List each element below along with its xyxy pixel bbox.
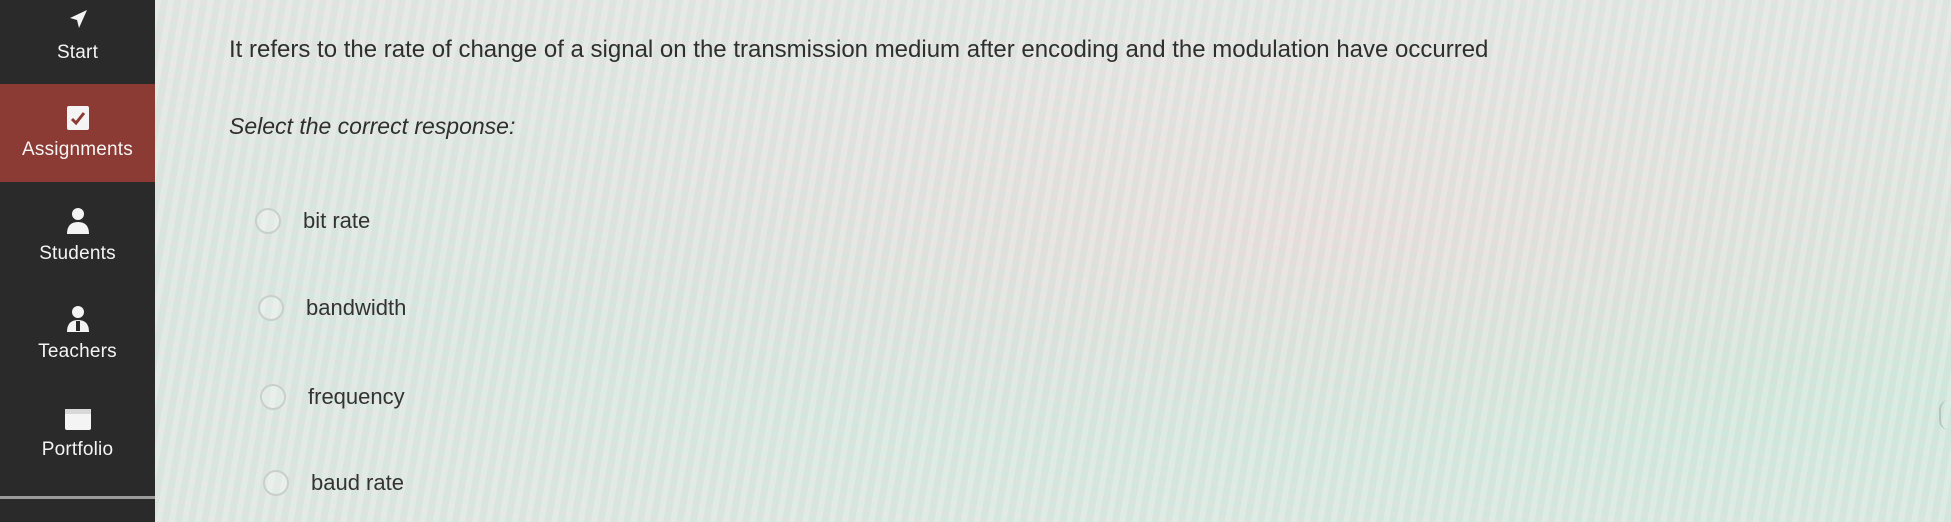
answer-option-bit-rate[interactable]: bit rate — [255, 208, 370, 234]
sidebar-item-label: Assignments — [22, 139, 133, 160]
sidebar: Start Assignments Students Teachers Port… — [0, 0, 170, 522]
teacher-person-icon — [66, 306, 89, 332]
sidebar-item-label: Teachers — [38, 341, 117, 362]
start-arrow-icon — [69, 10, 87, 28]
response-prompt: Select the correct response: — [229, 113, 516, 139]
sidebar-item-start[interactable]: Start — [0, 0, 155, 70]
question-panel: It refers to the rate of change of a sig… — [155, 0, 1951, 522]
answer-label: bit rate — [303, 208, 371, 233]
sidebar-item-assignments[interactable]: Assignments — [0, 84, 155, 182]
portfolio-folder-icon — [64, 409, 91, 430]
question-text: It refers to the rate of change of a sig… — [229, 36, 1489, 63]
answer-option-bandwidth[interactable]: bandwidth — [258, 295, 406, 321]
sidebar-item-students[interactable]: Students — [0, 200, 155, 272]
radio-button[interactable] — [258, 295, 284, 321]
answer-option-baud-rate[interactable]: baud rate — [263, 470, 404, 496]
sidebar-item-portfolio[interactable]: Portfolio — [0, 398, 155, 470]
radio-button[interactable] — [255, 208, 281, 234]
sidebar-item-teachers[interactable]: Teachers — [0, 298, 155, 370]
scroll-edge-indicator — [1939, 400, 1951, 430]
answer-label: frequency — [308, 384, 405, 409]
radio-button[interactable] — [260, 384, 286, 410]
radio-button[interactable] — [263, 470, 289, 496]
sidebar-item-label: Portfolio — [41, 439, 114, 460]
sidebar-item-label: Students — [39, 243, 116, 264]
answer-label: baud rate — [311, 470, 404, 495]
student-person-icon — [66, 208, 89, 234]
screen-moire-overlay — [155, 0, 1951, 522]
assignment-check-icon — [66, 106, 89, 130]
sidebar-item-label: Start — [56, 42, 99, 63]
answer-option-frequency[interactable]: frequency — [260, 384, 405, 410]
answer-label: bandwidth — [306, 295, 407, 320]
sidebar-divider — [0, 496, 170, 499]
